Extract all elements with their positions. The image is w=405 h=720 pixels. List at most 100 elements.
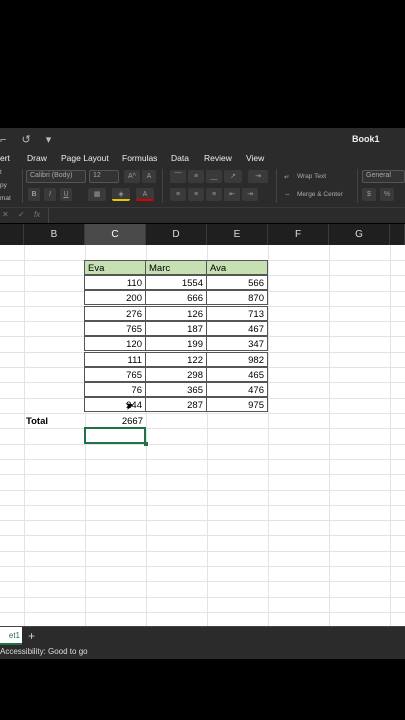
column-header-c[interactable]: C (85, 224, 146, 245)
fill-color-icon[interactable]: ◈ (112, 188, 130, 201)
tab-formulas[interactable]: Formulas (122, 153, 157, 163)
table-cell[interactable]: 347 (206, 336, 268, 352)
formula-input[interactable] (48, 208, 405, 223)
header-cell-ava[interactable]: Ava (206, 260, 268, 275)
table-cell[interactable]: 110 (84, 275, 146, 290)
table-cell[interactable]: 870 (206, 290, 268, 306)
indent-icon[interactable]: ⇥ (248, 170, 268, 183)
table-cell[interactable]: 765 (84, 320, 146, 336)
table-cell[interactable]: 298 (145, 366, 207, 382)
underline-button[interactable]: U (60, 188, 72, 201)
table-cell[interactable]: 76 (84, 382, 146, 398)
merge-center-button[interactable]: Merge & Center (297, 191, 343, 198)
column-header-g[interactable]: G (329, 224, 390, 245)
table-cell[interactable]: 126 (145, 305, 207, 321)
formula-bar: ✕ ✓ fx (0, 207, 405, 223)
window-title: Book1 (352, 134, 380, 144)
table-cell[interactable]: 111 (84, 351, 146, 367)
table-cell[interactable]: 975 (206, 397, 268, 413)
align-middle-icon[interactable]: ≡ (188, 170, 204, 183)
table-cell[interactable]: 566 (206, 275, 268, 290)
shrink-font-button[interactable]: A (142, 170, 156, 183)
number-format-dropdown[interactable]: General (362, 170, 405, 183)
accessibility-status[interactable]: Accessibility: Good to go (0, 646, 88, 658)
grid-hline (0, 459, 405, 460)
grid-hline (0, 444, 405, 445)
header-cell-eva[interactable]: Eva (84, 260, 146, 275)
grid-hline (0, 566, 405, 567)
quick-access-toolbar[interactable]: ⌐ ↺ ▾ (0, 133, 57, 146)
column-header-f[interactable]: F (268, 224, 329, 245)
font-name-dropdown[interactable]: Calibri (Body) (26, 170, 86, 183)
add-sheet-button[interactable]: + (28, 629, 35, 643)
borders-icon[interactable]: ▦ (88, 188, 106, 201)
ribbon-tabs: ert Draw Page Layout Formulas Data Revie… (0, 150, 405, 167)
grid-vline (24, 245, 25, 626)
table-cell[interactable]: 244 (84, 397, 146, 413)
bold-button[interactable]: B (28, 188, 40, 201)
copy-label[interactable]: py (0, 182, 7, 189)
currency-icon[interactable]: $ (362, 188, 376, 201)
column-header-a[interactable] (0, 224, 24, 245)
sheet-tab-bar: et1 + (0, 626, 405, 646)
grid-hline (0, 597, 405, 598)
percent-button[interactable]: % (380, 188, 394, 201)
align-left-icon[interactable]: ≡ (170, 188, 186, 201)
column-header-e[interactable]: E (207, 224, 268, 245)
cut-label[interactable]: t (0, 169, 2, 176)
active-cell-selection[interactable] (84, 427, 148, 446)
table-cell[interactable]: 287 (145, 397, 207, 413)
decrease-indent-icon[interactable]: ⇤ (224, 188, 240, 201)
align-right-icon[interactable]: ≡ (206, 188, 222, 201)
table-cell[interactable]: 187 (145, 320, 207, 336)
sheet-tab[interactable]: et1 (0, 627, 22, 645)
font-size-dropdown[interactable]: 12 (89, 170, 119, 183)
table-cell[interactable]: 122 (145, 351, 207, 367)
status-bar: Accessibility: Good to go (0, 646, 405, 659)
tab-draw[interactable]: Draw (27, 153, 47, 163)
font-color-icon[interactable]: A (136, 188, 154, 201)
column-header-b[interactable]: B (24, 224, 85, 245)
orientation-icon[interactable]: ↗ (224, 170, 242, 183)
total-label[interactable]: Total (24, 414, 84, 429)
grid-hline (0, 612, 405, 613)
align-top-icon[interactable]: ⎺ (170, 170, 186, 183)
tab-page-layout[interactable]: Page Layout (61, 153, 109, 163)
column-header-h[interactable] (390, 224, 405, 245)
grid-vline (268, 245, 269, 626)
align-bottom-icon[interactable]: ⎽ (206, 170, 222, 183)
fx-icon[interactable]: fx (34, 210, 40, 219)
align-center-icon[interactable]: ≡ (188, 188, 204, 201)
increase-indent-icon[interactable]: ⇥ (242, 188, 258, 201)
tab-view[interactable]: View (246, 153, 264, 163)
table-cell[interactable]: 199 (145, 336, 207, 352)
tab-review[interactable]: Review (204, 153, 232, 163)
header-cell-marc[interactable]: Marc (145, 260, 207, 275)
spreadsheet-grid[interactable]: B C D E F G Eva Marc Ava 110 1554 566 200 66… (0, 224, 405, 626)
table-cell[interactable]: 276 (84, 305, 146, 321)
format-painter-label[interactable]: mat (0, 195, 11, 202)
column-header-d[interactable]: D (146, 224, 207, 245)
table-cell[interactable]: 465 (206, 366, 268, 382)
italic-button[interactable]: I (44, 188, 56, 201)
table-cell[interactable]: 365 (145, 382, 207, 398)
table-cell[interactable]: 713 (206, 305, 268, 321)
wrap-text-button[interactable]: Wrap Text (297, 173, 326, 180)
table-cell[interactable]: 467 (206, 320, 268, 336)
table-cell[interactable]: 120 (84, 336, 146, 352)
table-cell[interactable]: 666 (145, 290, 207, 306)
grid-hline (0, 535, 405, 536)
tab-data[interactable]: Data (171, 153, 189, 163)
table-cell[interactable]: 765 (84, 366, 146, 382)
confirm-icon[interactable]: ✓ (18, 210, 25, 219)
ribbon-separator (357, 169, 358, 203)
cancel-icon[interactable]: ✕ (2, 210, 9, 219)
grid-hline (0, 474, 405, 475)
grid-hline (0, 520, 405, 521)
grow-font-button[interactable]: A^ (124, 170, 140, 183)
tab-insert[interactable]: ert (0, 153, 10, 163)
table-cell[interactable]: 200 (84, 290, 146, 306)
table-cell[interactable]: 476 (206, 382, 268, 398)
table-cell[interactable]: 982 (206, 351, 268, 367)
table-cell[interactable]: 1554 (145, 275, 207, 290)
